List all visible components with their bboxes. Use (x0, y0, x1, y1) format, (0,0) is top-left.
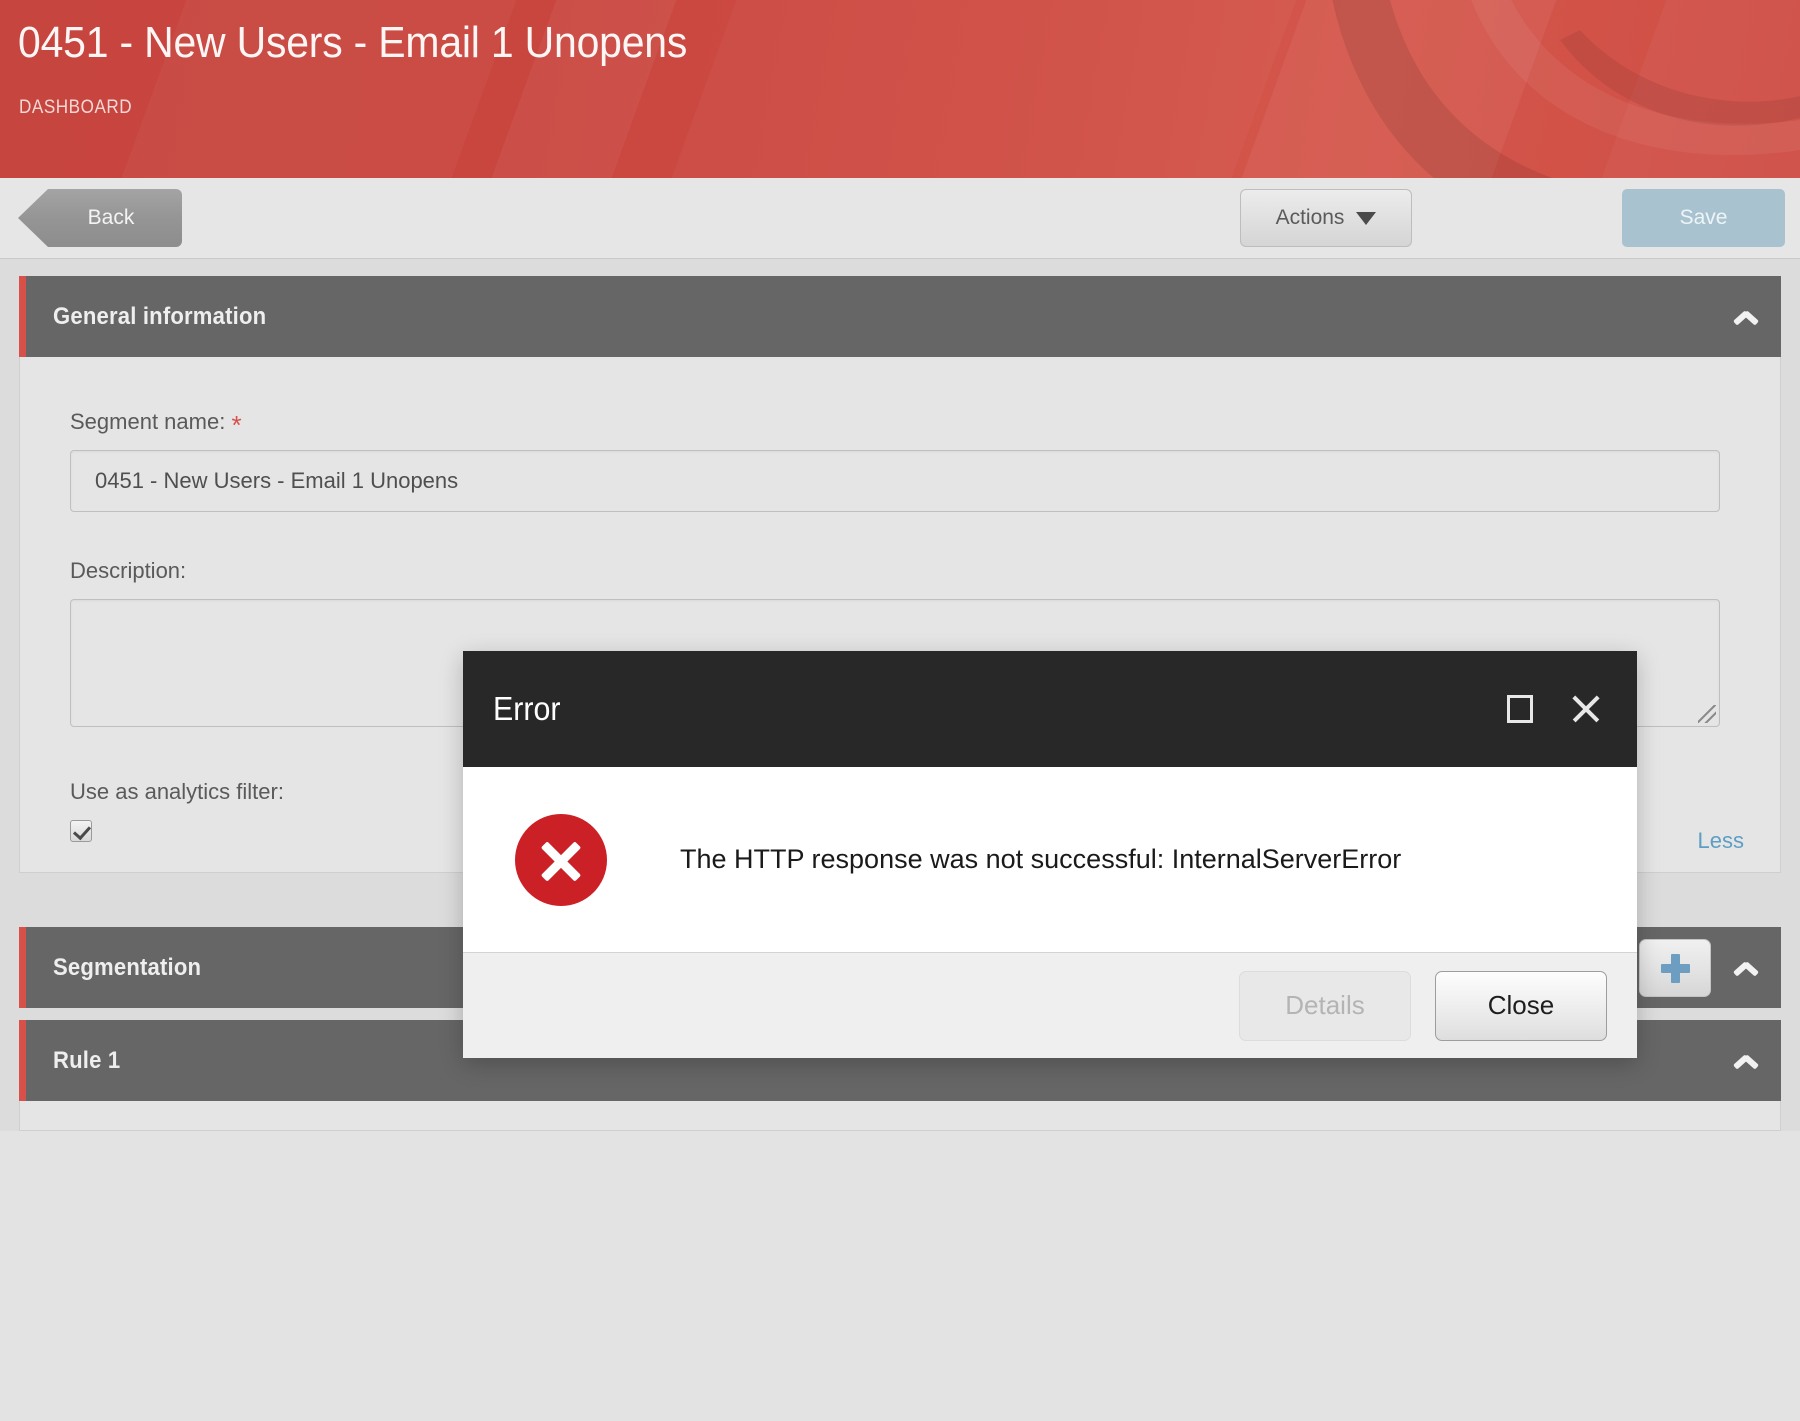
analytics-filter-checkbox[interactable] (70, 820, 92, 842)
close-button-label: Close (1487, 990, 1555, 1020)
actions-button-label: Actions (1275, 206, 1345, 229)
add-rule-button[interactable] (1639, 938, 1711, 997)
panel-header-tools (1733, 276, 1759, 357)
panel-header-general-information[interactable]: General information (19, 276, 1781, 357)
details-button-label: Details (1285, 990, 1365, 1020)
panel-header-tools (1639, 927, 1759, 1008)
actions-dropdown-button[interactable]: Actions (1240, 189, 1412, 247)
action-toolbar: Back Actions Save (0, 178, 1800, 259)
description-label: Description: (70, 558, 187, 583)
error-circle-x-icon (515, 813, 607, 906)
error-dialog-titlebar[interactable]: Error (463, 651, 1637, 767)
segment-name-input[interactable]: 0451 - New Users - Email 1 Unopens (70, 450, 1720, 512)
panel-title-rule-1: Rule 1 (53, 1046, 121, 1074)
less-toggle-link[interactable]: Less (1698, 828, 1744, 854)
close-icon[interactable] (1569, 692, 1603, 726)
breadcrumb: DASHBOARD (19, 97, 133, 118)
plus-icon (1660, 953, 1690, 983)
segment-name-label: Segment name: * (70, 409, 1730, 438)
error-dialog-title: Error (493, 690, 561, 727)
maximize-icon[interactable] (1507, 695, 1533, 723)
banner-swirl-decoration (1280, 0, 1800, 178)
banner-stripe (642, 0, 1318, 178)
details-button[interactable]: Details (1239, 970, 1411, 1041)
error-dialog-footer: Details Close (463, 953, 1637, 1058)
segment-name-label-text: Segment name: (70, 409, 226, 434)
save-button[interactable]: Save (1622, 189, 1785, 247)
chevron-up-icon[interactable] (1733, 308, 1759, 326)
textarea-resize-handle[interactable] (1698, 705, 1716, 723)
back-button[interactable]: Back (18, 189, 182, 247)
panel-body-rule-1 (19, 1101, 1781, 1131)
required-asterisk: * (231, 410, 242, 440)
page-title: 0451 - New Users - Email 1 Unopens (18, 18, 688, 67)
chevron-up-icon[interactable] (1733, 959, 1759, 977)
segment-name-input-value: 0451 - New Users - Email 1 Unopens (95, 468, 459, 493)
panel-header-tools (1733, 1020, 1759, 1101)
chevron-down-icon (1356, 211, 1377, 225)
error-dialog-message: The HTTP response was not successful: In… (680, 844, 1402, 874)
panel-title-segmentation: Segmentation (53, 953, 202, 981)
chevron-up-icon[interactable] (1733, 1052, 1759, 1070)
save-button-label: Save (1679, 206, 1728, 229)
close-button[interactable]: Close (1435, 970, 1607, 1041)
page-banner: 0451 - New Users - Email 1 Unopens DASHB… (0, 0, 1800, 178)
error-dialog-window-controls (1507, 692, 1603, 726)
back-button-label: Back (87, 206, 135, 229)
error-dialog: Error The HTTP response was not successf… (463, 651, 1637, 1058)
panel-title-general-information: General information (53, 302, 267, 330)
error-dialog-body: The HTTP response was not successful: In… (463, 767, 1637, 953)
